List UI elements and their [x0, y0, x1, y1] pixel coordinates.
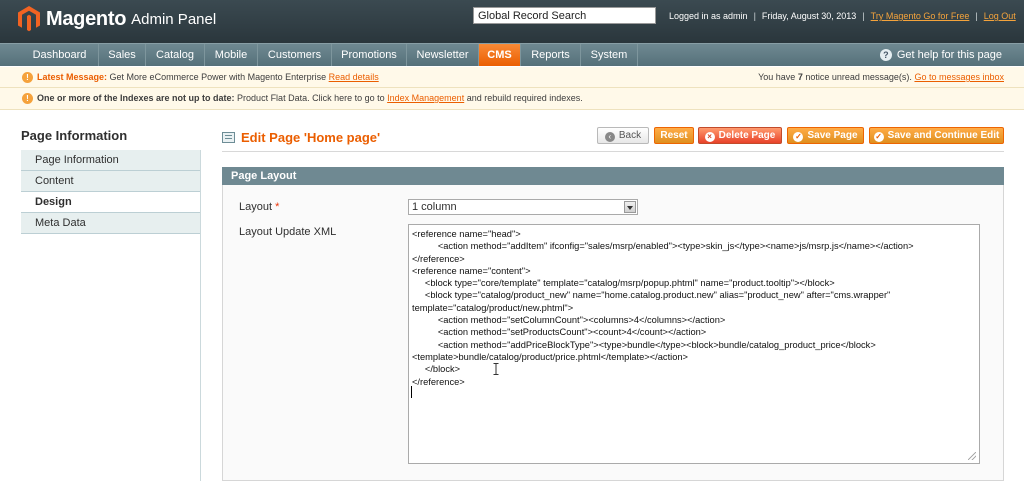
sidebar-divider — [200, 150, 201, 481]
separator: | — [975, 11, 978, 21]
xml-line: <reference name="content"> — [412, 265, 531, 276]
back-button-label: Back — [618, 130, 642, 141]
delete-icon: × — [704, 132, 715, 142]
save-continue-check-icon: ✓ — [873, 132, 884, 142]
layout-update-xml-textarea[interactable]: <reference name="head"> <action method="… — [408, 224, 980, 464]
nav-reports[interactable]: Reports — [521, 44, 581, 66]
xml-line: <action method="setProductsCount"><count… — [412, 327, 707, 338]
sidebar-item-content[interactable]: Content — [21, 171, 201, 192]
reset-button[interactable]: Reset — [654, 127, 694, 144]
nav-system[interactable]: System — [581, 44, 638, 66]
latest-message-text: Get More eCommerce Power with Magento En… — [109, 72, 327, 82]
notice-prefix: You have — [758, 72, 796, 82]
save-check-icon: ✓ — [793, 132, 804, 142]
resize-handle-icon[interactable] — [968, 452, 976, 460]
layout-label-text: Layout — [239, 201, 273, 213]
logo-text: Magento — [46, 7, 127, 30]
global-search-input[interactable] — [473, 7, 656, 24]
separator: | — [753, 11, 756, 21]
xml-line: <action method="addPriceBlockType"><type… — [412, 339, 876, 350]
latest-message-label: Latest Message: — [37, 72, 108, 82]
xml-line: template="catalog/product/new.phtml"> — [412, 302, 574, 313]
page-title: Edit Page 'Home page' — [241, 130, 381, 145]
logged-in-text: Logged in as admin — [669, 11, 748, 21]
page-heading: Edit Page 'Home page' — [222, 130, 380, 145]
sidebar-item-meta-data[interactable]: Meta Data — [21, 213, 201, 234]
layout-update-xml-label: Layout Update XML — [239, 226, 337, 238]
notice-suffix: notice unread message(s). — [805, 72, 912, 82]
required-marker: * — [275, 201, 280, 213]
heading-divider — [222, 151, 1004, 152]
index-message-bold: One or more of the Indexes are not up to… — [37, 93, 235, 103]
layout-label: Layout * — [239, 201, 279, 213]
xml-line: </reference> — [412, 253, 465, 264]
save-continue-button-label: Save and Continue Edit — [887, 130, 1000, 141]
page-edit-icon — [222, 132, 235, 143]
header-links: Logged in as admin | Friday, August 30, … — [669, 11, 1016, 21]
index-message-tail: and rebuild required indexes. — [466, 93, 583, 103]
index-message-text: Product Flat Data. Click here to go to — [237, 93, 385, 103]
latest-message-bar: ! Latest Message: Get More eCommerce Pow… — [0, 67, 1024, 88]
nav-mobile[interactable]: Mobile — [205, 44, 258, 66]
layout-select[interactable]: 1 column — [408, 199, 638, 215]
separator: | — [862, 11, 865, 21]
index-message: One or more of the Indexes are not up to… — [37, 93, 583, 103]
nav-newsletter[interactable]: Newsletter — [407, 44, 479, 66]
date-text: Friday, August 30, 2013 — [761, 11, 857, 21]
logo[interactable]: Magento Admin Panel — [18, 6, 216, 32]
xml-line: <block type="catalog/product_new" name="… — [412, 290, 891, 301]
main-nav: Dashboard Sales Catalog Mobile Customers… — [0, 43, 1024, 66]
help-text: Get help for this page — [896, 49, 1002, 61]
nav-sales[interactable]: Sales — [99, 44, 146, 66]
header: Magento Admin Panel Logged in as admin |… — [0, 0, 1024, 43]
nav-dashboard[interactable]: Dashboard — [21, 44, 99, 66]
notice-count: 7 — [797, 72, 803, 82]
ibeam-cursor-icon — [493, 363, 499, 375]
sidebar-title: Page Information — [21, 128, 128, 143]
xml-line: <block type="core/template" template="ca… — [412, 278, 835, 289]
help-link[interactable]: ? Get help for this page — [879, 44, 1002, 66]
delete-page-button[interactable]: × Delete Page — [698, 127, 782, 144]
index-management-link[interactable]: Index Management — [387, 93, 464, 103]
nav-customers[interactable]: Customers — [258, 44, 332, 66]
xml-line: <action method="addItem" ifconfig="sales… — [412, 241, 914, 252]
notice-summary: You have 7 notice unread message(s). Go … — [758, 72, 1004, 82]
back-button[interactable]: ‹ Back — [597, 127, 649, 144]
layout-select-value: 1 column — [412, 201, 457, 213]
reset-button-label: Reset — [660, 130, 688, 141]
index-message-bar: ! One or more of the Indexes are not up … — [0, 88, 1024, 110]
read-details-link[interactable]: Read details — [329, 72, 379, 82]
page-layout-section-header: Page Layout — [222, 167, 1004, 185]
sidebar-item-design[interactable]: Design — [21, 192, 201, 213]
save-page-button[interactable]: ✓ Save Page — [787, 127, 864, 144]
nav-catalog[interactable]: Catalog — [146, 44, 205, 66]
nav-cms[interactable]: CMS — [479, 44, 521, 66]
sidebar: Page Information Content Design Meta Dat… — [21, 150, 201, 234]
text-caret — [411, 386, 412, 398]
save-button-label: Save Page — [807, 130, 858, 141]
notice-icon: ! — [22, 93, 33, 104]
notice-icon: ! — [22, 72, 33, 83]
messages-inbox-link[interactable]: Go to messages inbox — [914, 72, 1004, 82]
nav-promotions[interactable]: Promotions — [332, 44, 407, 66]
xml-line: <action method="setColumnCount"><columns… — [412, 315, 726, 326]
latest-message: Latest Message: Get More eCommerce Power… — [37, 72, 379, 82]
magento-logo-icon — [18, 6, 40, 32]
help-icon: ? — [879, 49, 892, 61]
xml-line: <template>bundle/catalog/product/price.p… — [412, 351, 688, 362]
xml-line: </reference> — [412, 376, 465, 387]
back-arrow-icon: ‹ — [604, 132, 615, 142]
logout-link[interactable]: Log Out — [984, 11, 1016, 21]
logo-subtitle: Admin Panel — [131, 10, 217, 28]
xml-line: <reference name="head"> — [412, 229, 521, 239]
delete-button-label: Delete Page — [718, 130, 776, 141]
save-and-continue-button[interactable]: ✓ Save and Continue Edit — [869, 127, 1004, 144]
sidebar-item-page-information[interactable]: Page Information — [21, 150, 201, 171]
try-magento-go-link[interactable]: Try Magento Go for Free — [871, 11, 970, 21]
chevron-down-icon[interactable] — [624, 201, 636, 213]
